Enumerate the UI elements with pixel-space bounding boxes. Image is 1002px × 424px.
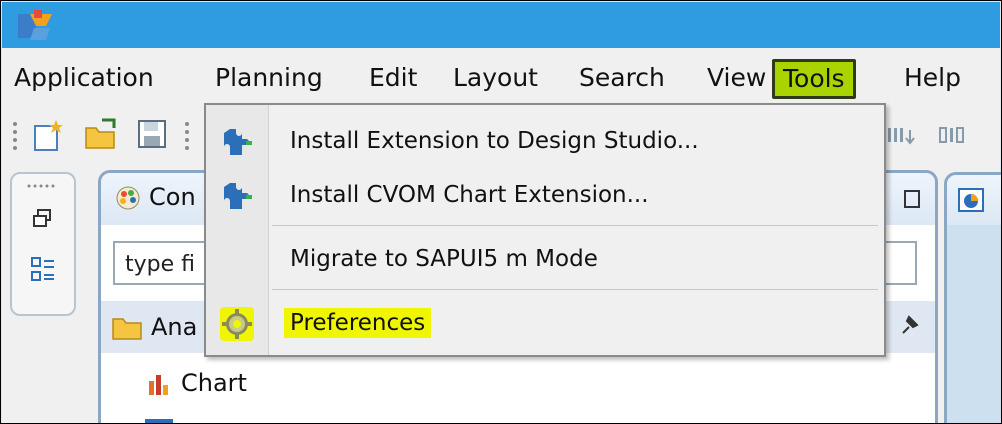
puzzle-icon <box>224 129 252 155</box>
menu-item-migrate-sapui5[interactable]: Migrate to SAPUI5 m Mode <box>206 233 884 285</box>
distribute-icon[interactable] <box>886 122 920 150</box>
palette-icon <box>116 186 140 210</box>
menu-layout[interactable]: Layout <box>453 58 538 98</box>
menu-bar: Application Planning Edit Layout Search … <box>2 48 1000 108</box>
gear-icon <box>220 307 254 341</box>
tools-menu: Install Extension to Design Studio... In… <box>204 103 886 357</box>
tree-item-chart[interactable]: Chart <box>101 361 935 405</box>
app-logo-icon <box>18 10 52 40</box>
menu-separator <box>272 289 878 290</box>
menu-item-label: Preferences <box>284 307 432 339</box>
menu-item-preferences[interactable]: Preferences <box>206 297 884 349</box>
tree-item-label: Chart <box>181 369 247 397</box>
menu-item-label: Install CVOM Chart Extension... <box>290 182 649 208</box>
restore-icon[interactable] <box>32 208 54 230</box>
bar-chart-icon <box>149 375 168 395</box>
chart-view-icon[interactable] <box>957 187 985 213</box>
menu-item-install-cvom[interactable]: Install CVOM Chart Extension... <box>206 169 884 221</box>
preferences-highlight: Preferences <box>284 308 432 338</box>
folder-label: Ana <box>151 313 198 341</box>
folder-open-icon <box>112 318 142 340</box>
menu-edit[interactable]: Edit <box>369 58 417 98</box>
panel-title: Con <box>149 183 196 211</box>
left-dock <box>10 172 76 316</box>
tree-item-partial <box>145 419 173 423</box>
toolbar-grip-icon <box>185 122 189 150</box>
outline-view-icon[interactable] <box>30 256 56 284</box>
menu-view[interactable]: View <box>707 58 766 98</box>
menu-separator <box>272 225 878 226</box>
right-panel <box>944 172 1001 423</box>
puzzle-icon <box>224 183 252 209</box>
menu-item-label: Install Extension to Design Studio... <box>290 128 699 154</box>
app-window: Application Planning Edit Layout Search … <box>0 0 1002 424</box>
menu-item-install-extension[interactable]: Install Extension to Design Studio... <box>206 115 884 167</box>
right-panel-header <box>947 175 1001 225</box>
menu-search[interactable]: Search <box>579 58 665 98</box>
align-icon[interactable] <box>938 122 972 150</box>
right-panel-body <box>947 225 1001 423</box>
pin-icon[interactable] <box>899 315 919 337</box>
new-file-icon[interactable] <box>32 118 66 152</box>
menu-planning[interactable]: Planning <box>215 58 323 98</box>
menu-tools[interactable]: Tools <box>772 59 856 99</box>
menu-item-label: Migrate to SAPUI5 m Mode <box>290 246 598 272</box>
menu-help[interactable]: Help <box>904 58 961 98</box>
maximize-icon[interactable] <box>903 189 921 209</box>
title-bar <box>2 2 1000 48</box>
save-icon[interactable] <box>136 118 170 152</box>
dock-grip-icon <box>27 184 55 188</box>
toolbar-grip-icon <box>13 122 17 150</box>
open-folder-icon[interactable] <box>84 118 120 152</box>
menu-application[interactable]: Application <box>14 58 154 98</box>
